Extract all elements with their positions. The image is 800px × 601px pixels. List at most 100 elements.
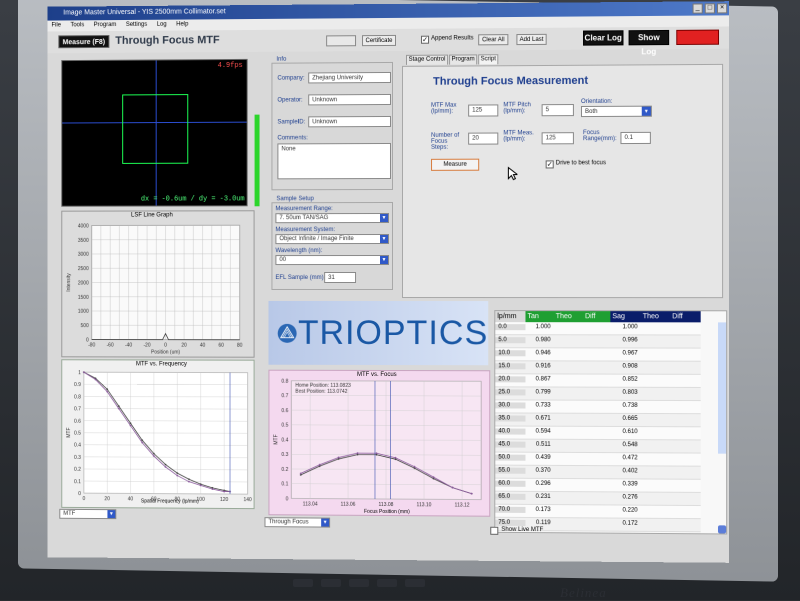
data-point — [300, 473, 302, 475]
focus-xlabel: Focus Position (mm) — [364, 509, 410, 515]
cell-tan: 0.980 — [525, 337, 553, 343]
roi-rectangle[interactable] — [122, 94, 188, 164]
append-results-checkbox[interactable]: ✓ — [421, 36, 429, 44]
orientation-select[interactable]: Both▼ — [581, 106, 652, 117]
maximize-button[interactable]: □ — [705, 3, 715, 13]
sample-id-field[interactable]: Unknown — [308, 116, 391, 127]
tab-script[interactable]: Script — [478, 54, 498, 64]
comments-label: Comments: — [277, 135, 308, 141]
menu-help[interactable]: Help — [176, 21, 188, 27]
mtf-max-field[interactable]: 125 — [468, 104, 498, 116]
sample-id-label: SampleID: — [277, 119, 305, 125]
cell-sag: 0.665 — [610, 416, 640, 422]
table-row: 10.00.9460.967 — [495, 348, 700, 362]
results-table: lp/mm Tan Theo Diff Sag Theo Diff 0.01.0… — [494, 310, 727, 534]
monitor-button-5[interactable] — [405, 579, 425, 587]
cell-sag: 0.610 — [610, 429, 640, 435]
cell-sag: 0.803 — [610, 390, 640, 396]
vertical-scrollbar[interactable] — [718, 322, 726, 453]
monitor-buttons — [293, 575, 449, 593]
chevron-down-icon: ▼ — [380, 235, 388, 243]
monitor-button-3[interactable] — [349, 579, 369, 587]
monitor-button-1[interactable] — [293, 579, 313, 587]
drive-best-checkbox[interactable]: ✓ — [546, 160, 554, 168]
cell-lpmm: 20.0 — [495, 376, 525, 382]
minimize-button[interactable]: _ — [693, 3, 703, 13]
clear-log-button[interactable]: Clear Log — [583, 30, 623, 45]
comments-field[interactable]: None — [277, 143, 391, 179]
menu-file[interactable]: File — [51, 22, 60, 28]
menu-tools[interactable]: Tools — [70, 22, 84, 28]
tab-stage-control[interactable]: Stage Control — [406, 55, 448, 65]
x-tick-label: 40 — [128, 496, 134, 502]
focus-range-field[interactable]: 0.1 — [620, 132, 650, 144]
chevron-down-icon: ▼ — [321, 519, 329, 527]
y-tick-label: 0.2 — [74, 467, 81, 473]
efl-label: EFL Sample (mm): — [275, 275, 325, 281]
data-point — [212, 488, 214, 490]
top-toolbar: Measure (F8) Through Focus MTF Certifica… — [48, 26, 730, 53]
menu-settings[interactable]: Settings — [126, 22, 147, 28]
through-focus-title: Through Focus Measurement — [433, 75, 588, 88]
cell-sag: 0.967 — [610, 350, 640, 356]
cell-tan: 0.173 — [525, 507, 553, 513]
y-tick-label: 0.1 — [74, 479, 81, 485]
y-tick-label: 1 — [78, 370, 81, 376]
steps-field[interactable]: 20 — [468, 133, 498, 145]
chevron-down-icon: ▼ — [380, 256, 388, 264]
data-point — [141, 439, 143, 441]
mtf-select[interactable]: MTF▼ — [59, 509, 116, 519]
mtf-meas-field[interactable]: 125 — [542, 132, 574, 144]
y-tick-label: 3500 — [78, 238, 89, 244]
system-value: Object Infinite / Image Finite — [279, 236, 353, 242]
data-point — [153, 455, 155, 457]
cell-lpmm: 70.0 — [495, 507, 525, 513]
y-tick-label: 0.7 — [74, 406, 81, 412]
clear-all-button[interactable]: Clear All — [478, 34, 508, 45]
company-field[interactable]: Zhejiang University — [308, 72, 391, 83]
table-row: 20.00.8670.852 — [495, 374, 700, 388]
cell-tan: 0.119 — [525, 520, 553, 526]
measure-button[interactable]: Measure — [431, 159, 479, 171]
cell-sag: 0.996 — [610, 337, 640, 343]
mtf-pitch-field[interactable]: 5 — [542, 104, 574, 116]
certificate-button[interactable]: Certificate — [362, 35, 396, 46]
data-point — [319, 464, 321, 466]
cell-tan: 0.733 — [525, 402, 553, 408]
add-last-button[interactable]: Add Last — [516, 34, 546, 45]
show-log-button[interactable]: Show Log — [629, 30, 670, 45]
table-row: 25.00.7990.803 — [495, 387, 700, 401]
tab-program[interactable]: Program — [449, 54, 477, 64]
wavelength-select[interactable]: 00▼ — [275, 255, 389, 265]
close-button[interactable]: × — [717, 3, 727, 13]
page-heading: Through Focus MTF — [115, 34, 219, 47]
x-tick-label: -80 — [88, 342, 95, 348]
monitor-brand: Belinea — [560, 585, 607, 601]
table-row: 45.00.5110.548 — [495, 440, 700, 454]
monitor-button-2[interactable] — [321, 579, 341, 587]
cell-tan: 1.000 — [525, 324, 553, 330]
operator-field[interactable]: Unknown — [308, 94, 391, 105]
data-point — [141, 442, 143, 444]
show-live-mtf-checkbox[interactable] — [490, 527, 498, 535]
through-focus-select[interactable]: Through Focus▼ — [264, 517, 330, 527]
cell-tan: 0.799 — [525, 389, 553, 395]
camera-view[interactable]: 4.9fps dx = -0.6um / dy = -3.0um — [61, 59, 247, 207]
efl-field[interactable]: 31 — [324, 272, 356, 283]
range-select[interactable]: 7. 50um TAN/SAG▼ — [275, 213, 389, 223]
best-position: Best Position: 113.0742 — [295, 389, 347, 395]
system-select[interactable]: Object Infinite / Image Finite ▼ — [275, 234, 389, 244]
scroll-down-icon[interactable] — [718, 525, 726, 533]
x-tick-label: 113.06 — [341, 502, 356, 508]
menu-program[interactable]: Program — [94, 22, 117, 28]
cell-tan: 0.867 — [525, 376, 553, 382]
menu-log[interactable]: Log — [157, 22, 167, 28]
sample-setup-panel: Measurement Range: 7. 50um TAN/SAG▼ Meas… — [271, 202, 393, 290]
cell-lpmm: 55.0 — [495, 468, 525, 474]
x-tick-label: -40 — [125, 343, 132, 349]
measure-f8-button[interactable]: Measure (F8) — [58, 35, 109, 48]
mouse-cursor-icon — [507, 167, 517, 181]
monitor-button-4[interactable] — [377, 579, 397, 587]
data-point — [165, 466, 167, 468]
data-point — [165, 464, 167, 466]
